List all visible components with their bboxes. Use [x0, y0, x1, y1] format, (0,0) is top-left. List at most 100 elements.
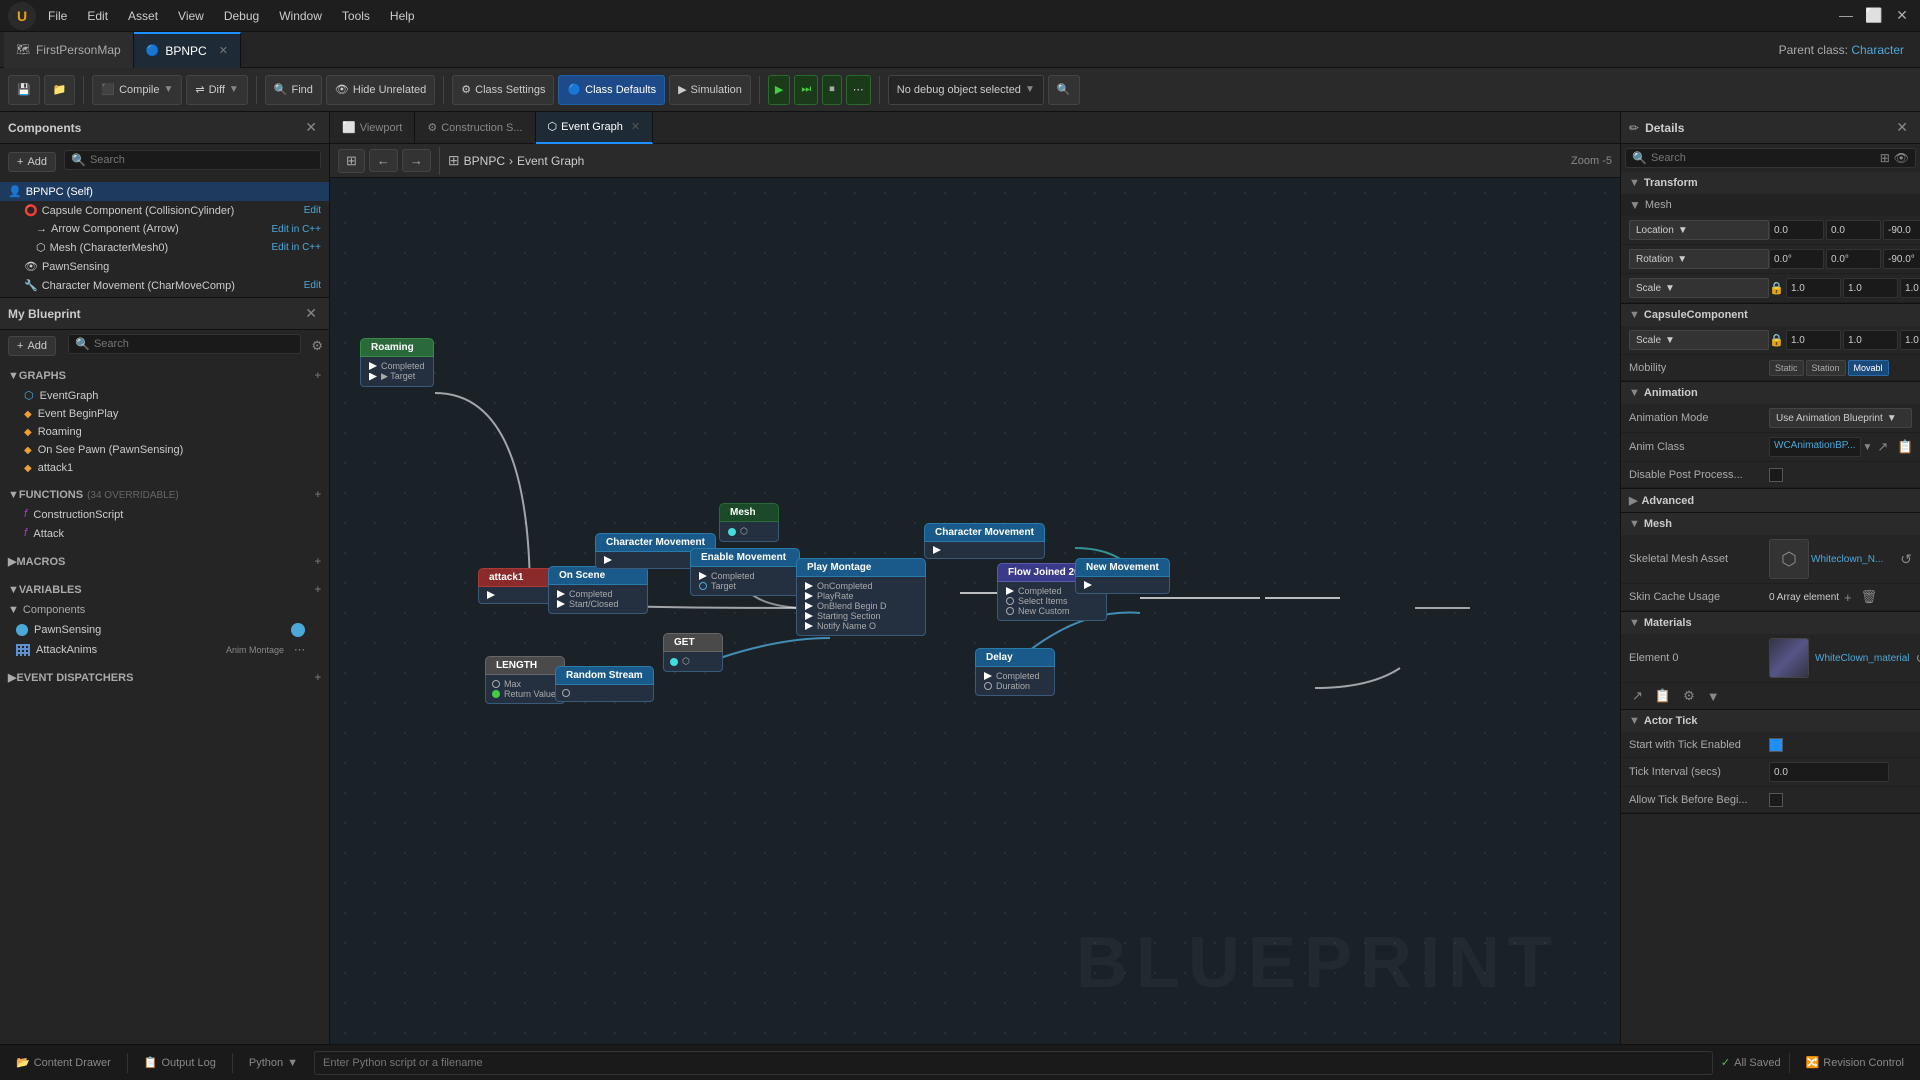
- node-roaming[interactable]: Roaming Completed ▶ Target: [360, 338, 434, 387]
- maximize-button[interactable]: ⬜: [1864, 7, 1884, 24]
- materials-section-header[interactable]: ▼ Materials: [1621, 612, 1920, 634]
- tree-item-arrow[interactable]: → Arrow Component (Arrow) Edit in C++: [0, 220, 329, 238]
- skeletal-mesh-reset-button[interactable]: ↺: [1900, 551, 1912, 568]
- tree-item-charmovement[interactable]: 🔧 Character Movement (CharMoveComp) Edit: [0, 276, 329, 295]
- close-button[interactable]: ✕: [1892, 7, 1912, 24]
- capsule-scale-dropdown[interactable]: Scale ▼: [1629, 330, 1769, 350]
- forward-button[interactable]: →: [402, 149, 431, 172]
- scale-y-input[interactable]: [1843, 278, 1898, 298]
- var-item-pawnsensing[interactable]: PawnSensing: [0, 620, 329, 640]
- functions-header[interactable]: ▼ FUNCTIONS (34 OVERRIDABLE) +: [0, 485, 329, 505]
- step-button[interactable]: ⏭: [794, 75, 818, 105]
- components-search-input[interactable]: [90, 154, 314, 166]
- animation-mode-dropdown[interactable]: Use Animation Blueprint ▼: [1769, 408, 1912, 428]
- mobility-station-button[interactable]: Station: [1806, 360, 1846, 376]
- tick-interval-input[interactable]: [1769, 762, 1889, 782]
- my-blueprint-close-button[interactable]: ✕: [301, 303, 321, 324]
- components-var-group[interactable]: ▼ Components: [0, 600, 329, 620]
- location-dropdown[interactable]: Location ▼: [1629, 220, 1769, 240]
- skin-cache-delete-button[interactable]: 🗑: [1858, 588, 1881, 606]
- lock-icon[interactable]: 🔒: [1769, 281, 1784, 295]
- tab-eventgraph[interactable]: ⬡ Event Graph ✕: [536, 112, 654, 144]
- node-random-stream[interactable]: Random Stream: [555, 666, 654, 702]
- breadcrumb-bpnpc[interactable]: BPNPC: [464, 154, 505, 168]
- functions-add-icon[interactable]: +: [315, 489, 321, 501]
- python-console[interactable]: Python ▼: [241, 1053, 306, 1073]
- capsule-scale-z-input[interactable]: [1900, 330, 1920, 350]
- event-dispatchers-header[interactable]: ▶ EVENT DISPATCHERS +: [0, 667, 329, 688]
- menu-help[interactable]: Help: [386, 5, 419, 27]
- scale-z-input[interactable]: [1900, 278, 1920, 298]
- graph-item-attack1[interactable]: ◆ attack1: [0, 459, 329, 477]
- debug-icon-btn[interactable]: 🔍: [1048, 75, 1080, 105]
- mobility-movabl-button[interactable]: Movabl: [1848, 360, 1889, 376]
- arrow-edit-link[interactable]: Edit in C++: [272, 224, 321, 235]
- variables-add-icon[interactable]: +: [315, 584, 321, 596]
- func-item-attack[interactable]: 𝑓 Attack: [0, 524, 329, 543]
- graph-item-onseepawn[interactable]: ◆ On See Pawn (PawnSensing): [0, 441, 329, 459]
- var-item-attackanims[interactable]: AttackAnims Anim Montage ⋯: [0, 640, 329, 659]
- components-add-button[interactable]: + Add: [8, 152, 56, 172]
- tree-item-mesh[interactable]: ⬡ Mesh (CharacterMesh0) Edit in C++: [0, 238, 329, 257]
- details-close-button[interactable]: ✕: [1892, 117, 1912, 138]
- anim-class-select[interactable]: WCAnimationBP...: [1769, 437, 1861, 457]
- menu-file[interactable]: File: [44, 5, 71, 27]
- simulation-button[interactable]: ▶ Simulation: [669, 75, 751, 105]
- capsule-edit-link[interactable]: Edit: [304, 205, 321, 216]
- material-copy-button[interactable]: 📋: [1652, 687, 1674, 705]
- components-close-button[interactable]: ✕: [301, 117, 321, 138]
- rotation-y-input[interactable]: [1826, 249, 1881, 269]
- find-button[interactable]: 🔍 Find: [265, 75, 322, 105]
- tab-construction[interactable]: ⚙ Construction S...: [415, 112, 535, 144]
- skin-cache-add-button[interactable]: +: [1841, 588, 1855, 606]
- blueprint-search-input[interactable]: [94, 338, 294, 350]
- advanced-section-header[interactable]: ▶ Advanced: [1621, 489, 1920, 512]
- macros-header[interactable]: ▶ MACROS +: [0, 551, 329, 572]
- details-grid-icon[interactable]: ⊞: [1880, 151, 1890, 165]
- allow-tick-checkbox[interactable]: [1769, 793, 1783, 807]
- tree-item-bpnpc[interactable]: 👤 BPNPC (Self): [0, 182, 329, 201]
- node-get[interactable]: GET ⬡: [663, 633, 723, 672]
- variables-header[interactable]: ▼ VARIABLES +: [0, 580, 329, 600]
- blueprint-add-button[interactable]: + Add: [8, 336, 56, 356]
- graphs-add-icon[interactable]: +: [315, 370, 321, 382]
- func-item-constructionscript[interactable]: 𝑓 ConstructionScript: [0, 505, 329, 524]
- capsule-scale-y-input[interactable]: [1843, 330, 1898, 350]
- content-drawer-button[interactable]: 📂 Content Drawer: [8, 1052, 119, 1073]
- graph-canvas[interactable]: BLUEPRINT Roaming Completed: [330, 178, 1620, 1044]
- mobility-static-button[interactable]: Static: [1769, 360, 1804, 376]
- minimize-button[interactable]: —: [1836, 7, 1856, 24]
- rotation-x-input[interactable]: [1769, 249, 1824, 269]
- compile-button[interactable]: ⬛ Compile ▼: [92, 75, 182, 105]
- rotation-dropdown[interactable]: Rotation ▼: [1629, 249, 1769, 269]
- graphs-header[interactable]: ▼ GRAPHS +: [0, 366, 329, 386]
- node-length[interactable]: LENGTH Max Return Value: [485, 656, 565, 704]
- details-search-input[interactable]: [1651, 152, 1872, 164]
- eventgraph-tab-close[interactable]: ✕: [631, 120, 640, 133]
- debug-object-select[interactable]: No debug object selected ▼: [888, 75, 1044, 105]
- menu-asset[interactable]: Asset: [124, 5, 162, 27]
- revision-control-button[interactable]: 🔀 Revision Control: [1798, 1052, 1912, 1073]
- charmovement-edit-link[interactable]: Edit: [304, 280, 321, 291]
- node-on-scene[interactable]: On Scene Completed Start/Closed: [548, 566, 648, 614]
- class-settings-button[interactable]: ⚙ Class Settings: [452, 75, 554, 105]
- node-play-montage[interactable]: Play Montage OnCompleted PlayRate OnBlen…: [796, 558, 926, 636]
- menu-debug[interactable]: Debug: [220, 5, 263, 27]
- scale-x-input[interactable]: [1786, 278, 1841, 298]
- node-mesh[interactable]: Mesh ⬡: [719, 503, 779, 542]
- menu-window[interactable]: Window: [275, 5, 326, 27]
- material-settings-button[interactable]: ⚙: [1680, 687, 1698, 705]
- anim-navigate-button[interactable]: ↗: [1874, 438, 1891, 456]
- menu-view[interactable]: View: [174, 5, 208, 27]
- mesh-edit-link[interactable]: Edit in C++: [272, 242, 321, 253]
- tab-firstpersonmap[interactable]: 🗺 FirstPersonMap: [4, 32, 134, 68]
- node-enable-movement[interactable]: Enable Movement Completed Target: [690, 548, 800, 596]
- location-x-input[interactable]: [1769, 220, 1824, 240]
- macros-add-icon[interactable]: +: [315, 556, 321, 568]
- tree-item-pawnsensing[interactable]: 👁 PawnSensing: [0, 257, 329, 276]
- capsule-scale-x-input[interactable]: [1786, 330, 1841, 350]
- stop-button[interactable]: ⏹: [822, 75, 842, 105]
- parent-class-link[interactable]: Character: [1851, 43, 1904, 57]
- node-attack1[interactable]: attack1: [478, 568, 558, 604]
- actor-tick-section-header[interactable]: ▼ Actor Tick: [1621, 710, 1920, 732]
